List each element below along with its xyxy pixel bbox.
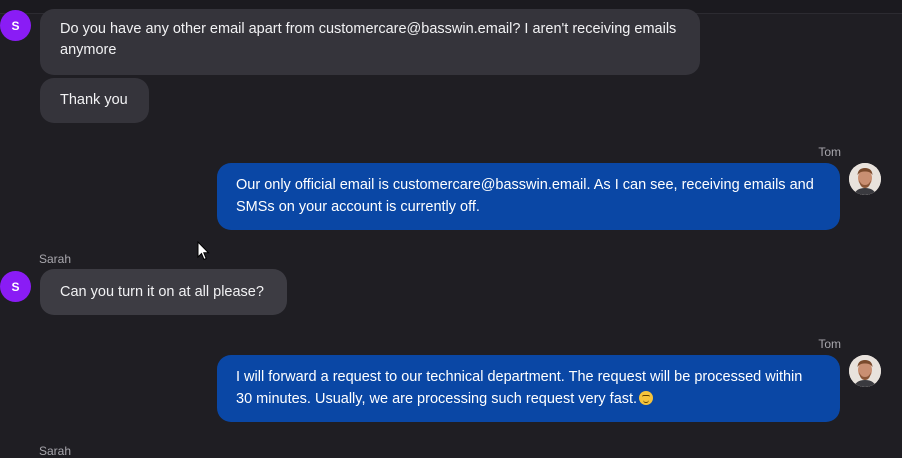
message-bubble-outgoing[interactable]: I will forward a request to our technica… [217,355,840,422]
message-bubble-incoming[interactable]: Do you have any other email apart from c… [40,9,700,75]
message-text: Do you have any other email apart from c… [60,21,677,58]
sender-name: Sarah [39,252,72,266]
message-text: I will forward a request to our technica… [236,369,803,407]
avatar-sarah[interactable]: S [0,271,31,302]
avatar-letter: S [11,18,20,33]
message-text: Thank you [60,92,128,108]
sender-name: Sarah [39,444,72,458]
avatar-tom[interactable] [849,163,881,195]
slightly-smiling-face-icon [639,391,654,405]
avatar-tom[interactable] [849,355,881,387]
profile-photo-icon [849,355,881,387]
message-bubble-incoming[interactable]: Can you turn it on at all please? [40,269,287,315]
message-bubble-incoming[interactable]: Thank you [40,78,149,123]
sender-name: Tom [818,337,841,351]
profile-photo-icon [849,163,881,195]
message-bubble-outgoing[interactable]: Our only official email is customercare@… [217,163,840,230]
mouse-pointer-icon [197,241,210,261]
avatar-sarah[interactable]: S [0,10,31,41]
avatar-letter: S [11,279,20,294]
sender-name: Tom [818,145,841,159]
message-text: Our only official email is customercare@… [236,177,814,215]
message-text: Can you turn it on at all please? [60,284,264,300]
